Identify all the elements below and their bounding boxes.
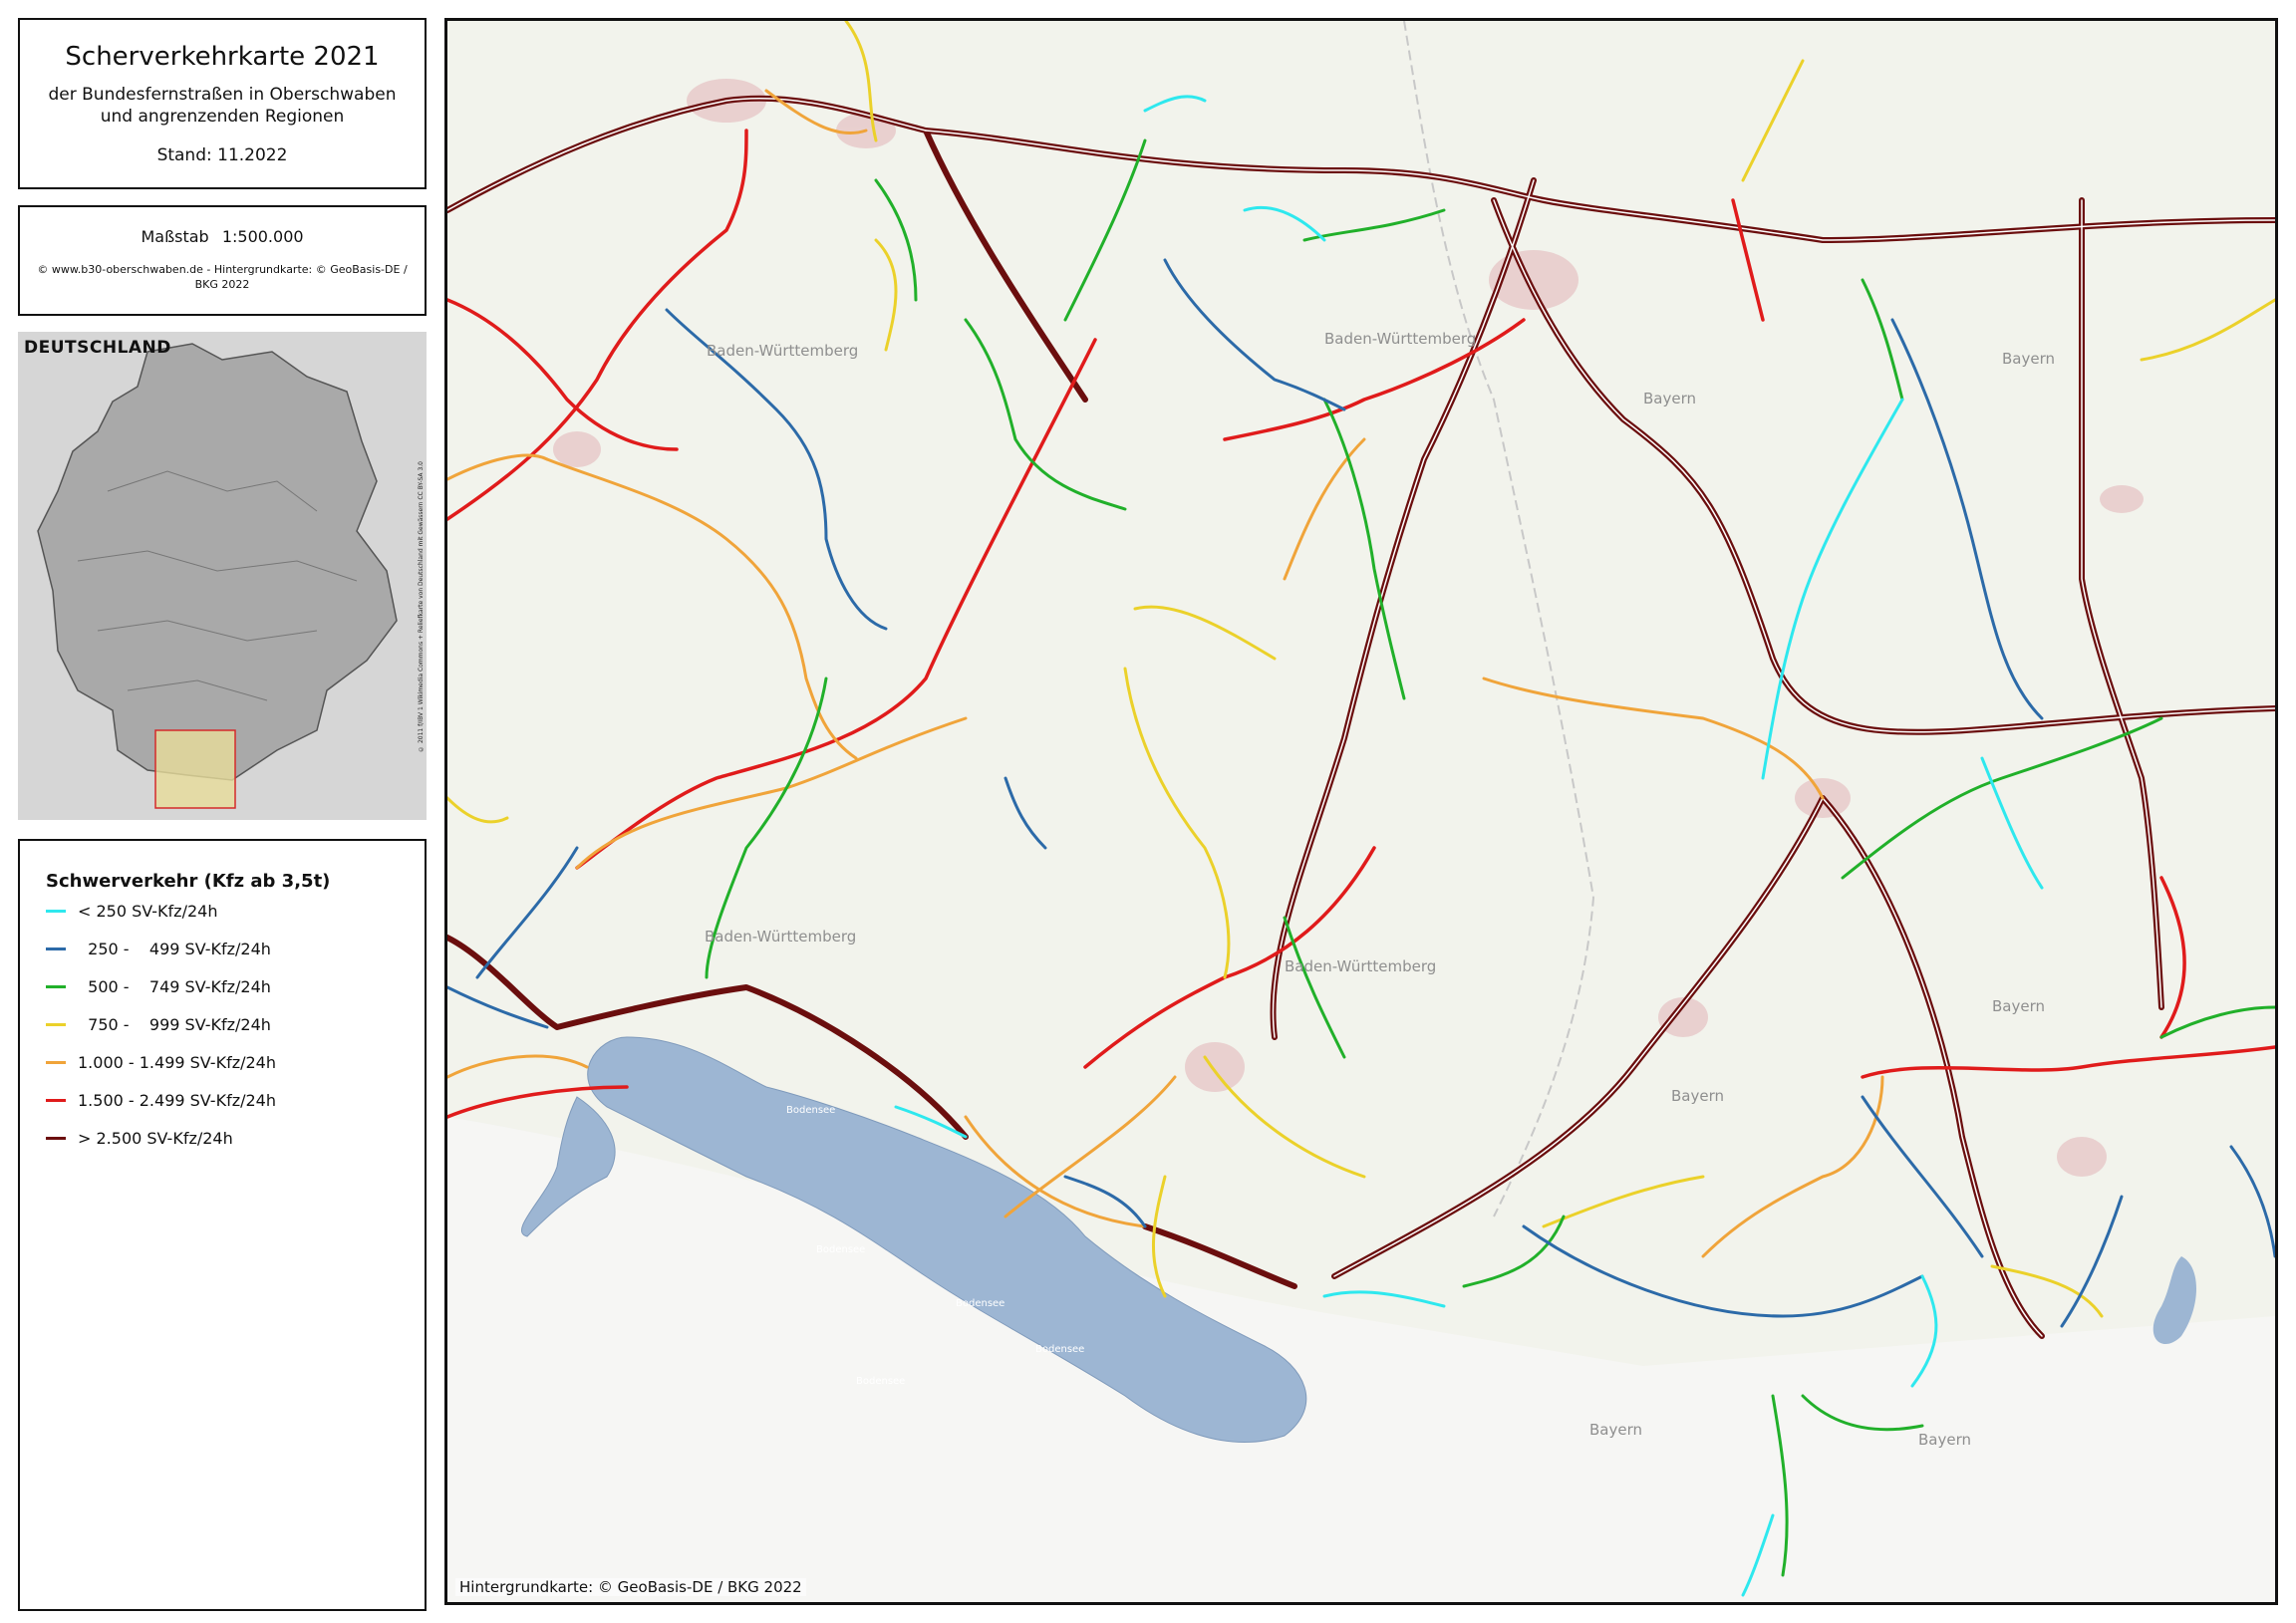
lake-label: Bodensee (816, 1244, 866, 1255)
legend-label: 750 - 999 SV-Kfz/24h (78, 1014, 271, 1034)
region-label-bw-3: Baden-Württemberg (705, 928, 857, 946)
legend-label: 500 - 749 SV-Kfz/24h (78, 976, 271, 996)
region-label-by-5: Bayern (1589, 1421, 1642, 1439)
legend-swatch (46, 1098, 66, 1102)
scale-label: Maßstab (141, 227, 209, 246)
inset-focus-rectangle (154, 729, 236, 809)
title-panel: Scherverkehrkarte 2021 der Bundesfernstr… (18, 18, 427, 189)
map-subtitle-2: und angrenzenden Regionen (100, 107, 345, 127)
legend-swatch (46, 1022, 66, 1026)
legend-item: 500 - 749 SV-Kfz/24h (46, 967, 425, 1005)
legend-item: 750 - 999 SV-Kfz/24h (46, 1005, 425, 1043)
legend-label: 1.500 - 2.499 SV-Kfz/24h (78, 1090, 276, 1110)
region-label-by-3: Bayern (1992, 997, 2045, 1015)
map-stand: Stand: 11.2022 (156, 145, 288, 165)
region-label-by-4: Bayern (1671, 1087, 1724, 1105)
legend-swatch (46, 909, 66, 913)
lake-label: Bodensee (786, 1105, 836, 1116)
inset-credit: © 2011 f/IBV 1 Wikimedia Commons + Relie… (418, 461, 425, 752)
legend-swatch (46, 984, 66, 988)
legend-label: 250 - 499 SV-Kfz/24h (78, 939, 271, 958)
germany-inset-map: DEUTSCHLAND © 2011 f/IBV 1 Wikimedia Com… (18, 332, 427, 820)
legend-label: 1.000 - 1.499 SV-Kfz/24h (78, 1052, 276, 1072)
lake-label: Bodensee (856, 1376, 906, 1387)
main-map[interactable]: Baden-Württemberg Baden-Württemberg Bade… (444, 18, 2278, 1605)
map-credit: Hintergrundkarte: © GeoBasis-DE / BKG 20… (455, 1578, 806, 1596)
legend-title: Schwerverkehr (Kfz ab 3,5t) (46, 871, 331, 892)
scale-panel: Maßstab 1:500.000 © www.b30-oberschwaben… (18, 205, 427, 316)
lake-label: Bodensee (1035, 1344, 1085, 1355)
region-label-by-6: Bayern (1918, 1431, 1971, 1449)
legend-label: > 2.500 SV-Kfz/24h (78, 1128, 233, 1148)
region-label-by-1: Bayern (1643, 390, 1696, 407)
region-label-by-2: Bayern (2002, 350, 2055, 368)
legend-panel: Schwerverkehr (Kfz ab 3,5t) < 250 SV-Kfz… (18, 839, 427, 1611)
region-label-bw-1: Baden-Württemberg (707, 342, 859, 360)
map-subtitle-1: der Bundesfernstraßen in Oberschwaben (48, 85, 397, 105)
legend-label: < 250 SV-Kfz/24h (78, 901, 218, 921)
germany-relief (18, 332, 427, 820)
region-label-bw-4: Baden-Württemberg (1285, 957, 1437, 975)
lake-label: Bodensee (956, 1298, 1005, 1309)
legend-item: < 250 SV-Kfz/24h (46, 892, 425, 930)
legend-item: 1.500 - 2.499 SV-Kfz/24h (46, 1081, 425, 1119)
legend-swatch (46, 1060, 66, 1064)
legend-item: 1.000 - 1.499 SV-Kfz/24h (46, 1043, 425, 1081)
legend-swatch (46, 947, 66, 950)
legend-swatch (46, 1136, 66, 1140)
region-label-bw-2: Baden-Württemberg (1324, 330, 1477, 348)
scale-credit: © www.b30-oberschwaben.de - Hintergrundk… (37, 263, 408, 291)
legend-item: > 2.500 SV-Kfz/24h (46, 1119, 425, 1157)
scale-value: 1:500.000 (221, 227, 304, 246)
legend-item: 250 - 499 SV-Kfz/24h (46, 930, 425, 967)
map-title: Scherverkehrkarte 2021 (65, 42, 380, 72)
road-network-map[interactable] (447, 21, 2275, 1602)
inset-label: DEUTSCHLAND (24, 338, 171, 358)
